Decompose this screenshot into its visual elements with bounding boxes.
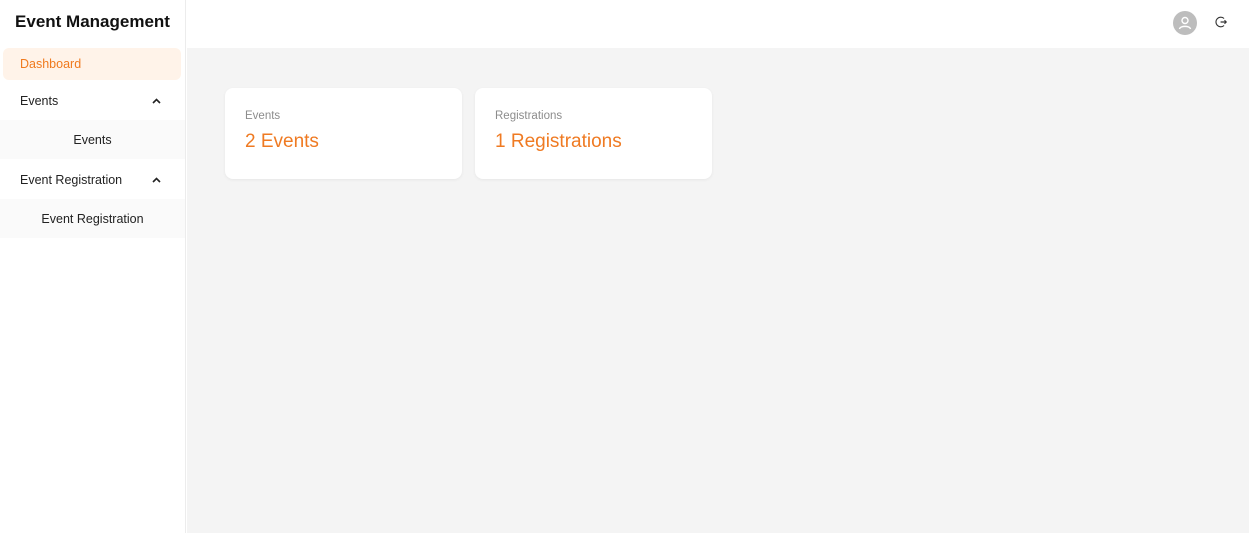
sidebar: Event Management Dashboard Events Events… — [0, 0, 186, 533]
top-bar — [187, 0, 1249, 48]
main-content: Events 2 Events Registrations 1 Registra… — [187, 48, 1249, 533]
events-stat-card[interactable]: Events 2 Events — [225, 88, 462, 179]
sidebar-group-label: Event Registration — [20, 173, 123, 187]
logout-button[interactable] — [1213, 14, 1229, 30]
sidebar-group-event-registration[interactable]: Event Registration — [3, 164, 181, 196]
user-icon — [1178, 16, 1192, 30]
submenu-events: Events — [0, 120, 185, 159]
sidebar-item-events[interactable]: Events — [0, 120, 185, 159]
chevron-up-icon — [151, 96, 161, 106]
sidebar-group-label: Events — [20, 94, 59, 108]
sidebar-nav: Dashboard Events Events Event Registrati… — [0, 44, 185, 238]
card-value: 2 Events — [245, 131, 319, 152]
submenu-event-registration: Event Registration — [0, 199, 185, 238]
user-avatar[interactable] — [1173, 11, 1197, 35]
sidebar-item-dashboard[interactable]: Dashboard — [3, 48, 181, 80]
card-value: 1 Registrations — [495, 131, 622, 152]
card-label: Registrations — [495, 110, 563, 122]
registrations-stat-card[interactable]: Registrations 1 Registrations — [475, 88, 712, 179]
chevron-up-icon — [151, 175, 161, 185]
logout-icon — [1215, 16, 1228, 28]
app-title: Event Management — [15, 12, 170, 31]
sidebar-item-event-registration[interactable]: Event Registration — [0, 199, 185, 238]
sidebar-group-events[interactable]: Events — [3, 85, 181, 117]
card-label: Events — [245, 110, 281, 122]
